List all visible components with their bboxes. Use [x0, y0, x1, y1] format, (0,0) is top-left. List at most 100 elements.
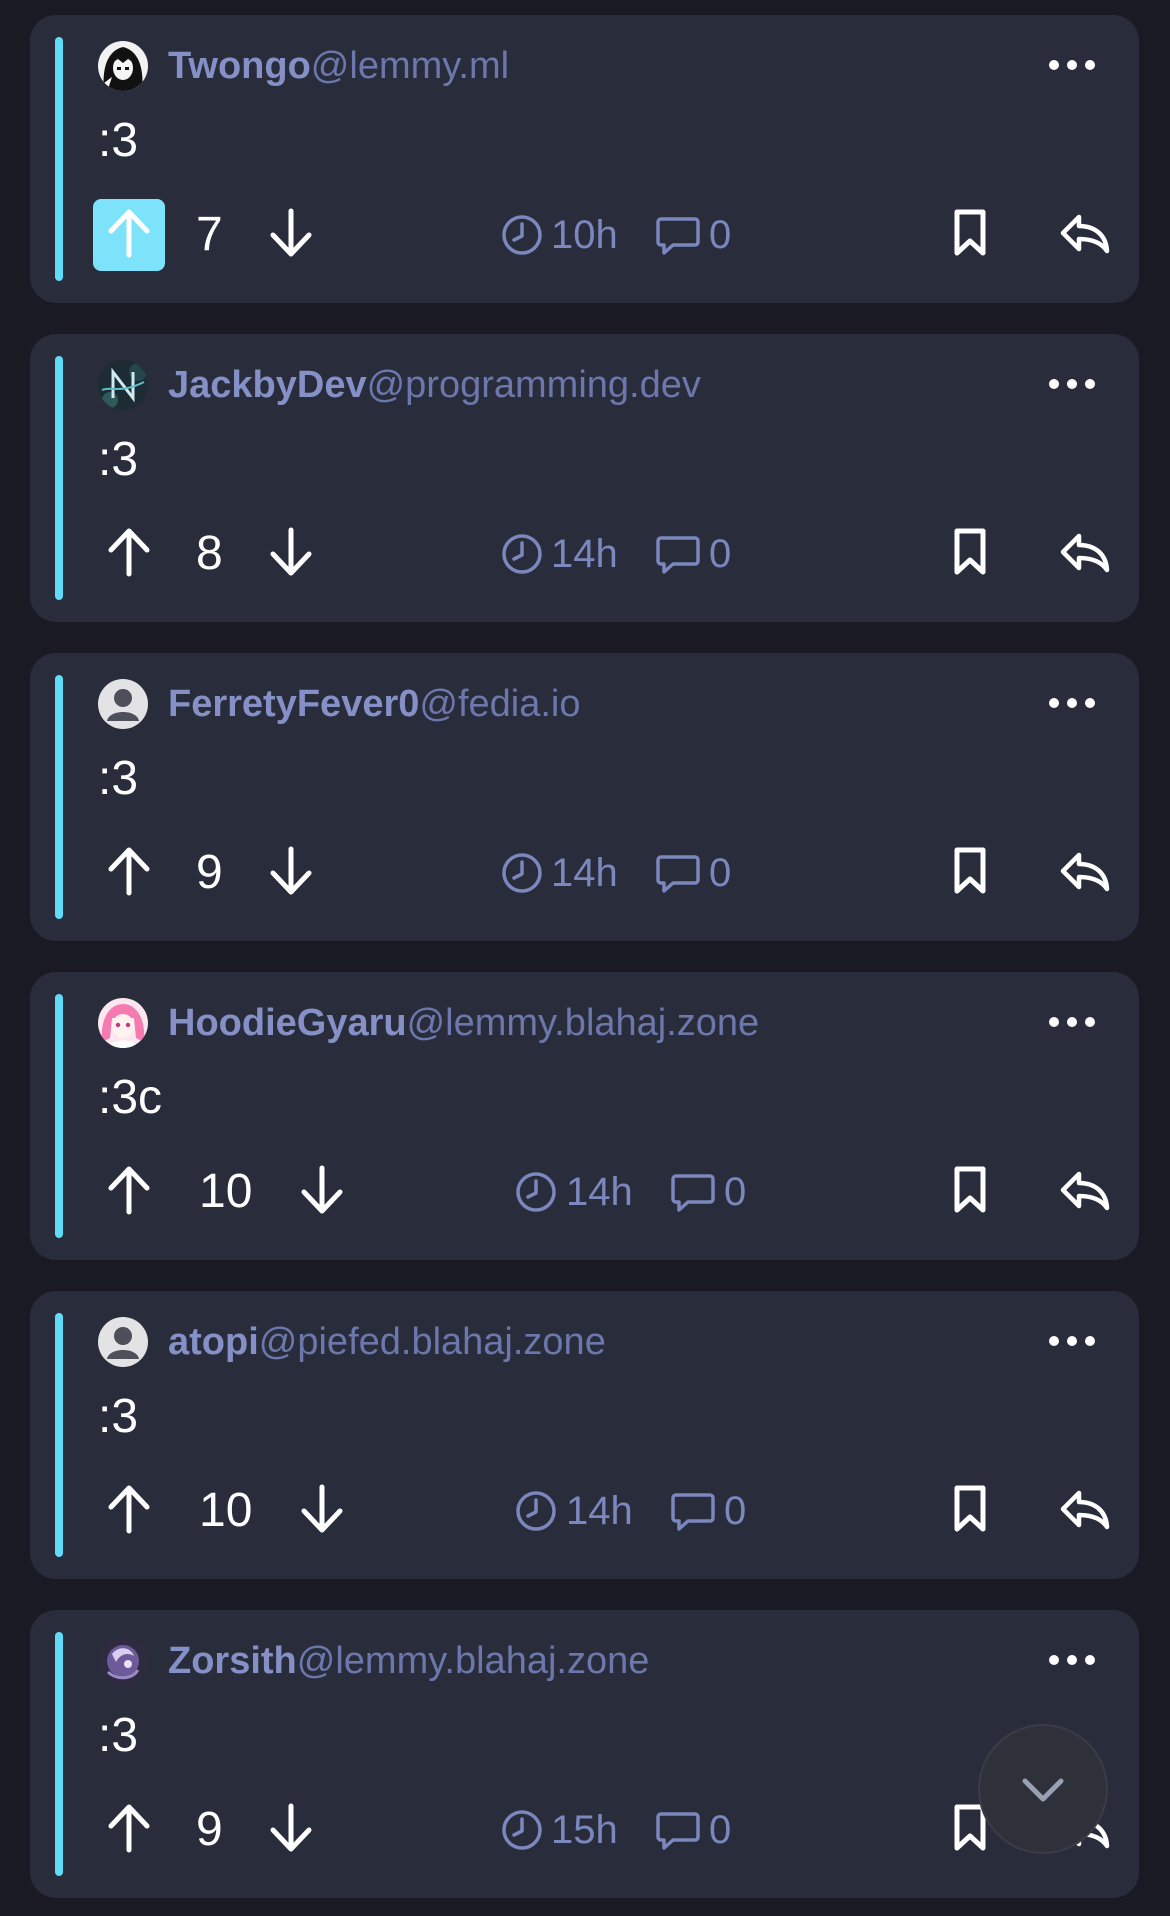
downvote-button[interactable] — [261, 1794, 321, 1866]
reply-count: 0 — [709, 532, 732, 576]
upvote-button[interactable] — [93, 1794, 165, 1866]
bookmark-icon — [952, 1165, 988, 1220]
comment-actions: 10 14h 0 — [30, 1475, 1139, 1547]
save-button[interactable] — [938, 518, 1002, 590]
upvote-button[interactable] — [93, 1475, 165, 1547]
more-options-button[interactable] — [1042, 45, 1102, 89]
arrow-down-icon — [267, 524, 315, 585]
comment-actions: 8 14h 0 — [30, 518, 1139, 590]
comment-card[interactable]: HoodieGyaru@lemmy.blahaj.zone :3c 10 14h… — [30, 972, 1139, 1260]
reply-count: 0 — [709, 213, 732, 257]
avatar[interactable] — [98, 679, 148, 729]
clock-icon — [500, 851, 544, 895]
comment-body: :3c — [98, 1071, 163, 1124]
scroll-down-button[interactable] — [978, 1724, 1108, 1854]
speech-bubble-icon — [670, 1170, 715, 1214]
author-instance: @programming.dev — [366, 364, 701, 406]
more-options-button[interactable] — [1042, 364, 1102, 408]
comment-actions: 9 14h 0 — [30, 837, 1139, 909]
clock-icon — [500, 213, 544, 257]
reply-arrow-icon — [1059, 849, 1111, 898]
downvote-button[interactable] — [261, 837, 321, 909]
upvote-button[interactable] — [93, 1156, 165, 1228]
reply-button[interactable] — [1048, 1156, 1122, 1228]
speech-bubble-icon — [655, 1808, 700, 1852]
arrow-down-icon — [298, 1481, 346, 1542]
score-count: 8 — [196, 527, 223, 580]
speech-bubble-icon — [655, 851, 700, 895]
author-instance: @lemmy.ml — [310, 45, 510, 87]
comment-age: 10h — [551, 213, 618, 257]
save-button[interactable] — [938, 1475, 1002, 1547]
more-options-button[interactable] — [1042, 1002, 1102, 1046]
author-line[interactable]: HoodieGyaru@lemmy.blahaj.zone — [168, 998, 759, 1048]
reply-arrow-icon — [1059, 1168, 1111, 1217]
save-button[interactable] — [938, 1156, 1002, 1228]
reply-arrow-icon — [1059, 211, 1111, 260]
avatar[interactable] — [98, 41, 148, 91]
author-line[interactable]: atopi@piefed.blahaj.zone — [168, 1317, 606, 1367]
score-count: 9 — [196, 846, 223, 899]
author-line[interactable]: Twongo@lemmy.ml — [168, 41, 509, 91]
more-options-button[interactable] — [1042, 1321, 1102, 1365]
comment-actions: 7 10h 0 — [30, 199, 1139, 271]
author-instance: @piefed.blahaj.zone — [258, 1321, 606, 1363]
avatar[interactable] — [98, 998, 148, 1048]
score-count: 9 — [196, 1803, 223, 1856]
more-options-button[interactable] — [1042, 1640, 1102, 1684]
more-horizontal-icon — [1047, 1653, 1097, 1672]
reply-button[interactable] — [1048, 199, 1122, 271]
bookmark-icon — [952, 527, 988, 582]
author-name[interactable]: HoodieGyaru — [168, 1002, 407, 1044]
author-name[interactable]: atopi — [168, 1321, 259, 1363]
reply-button[interactable] — [1048, 837, 1122, 909]
reply-button[interactable] — [1048, 1475, 1122, 1547]
author-name[interactable]: Zorsith — [168, 1640, 297, 1682]
avatar[interactable] — [98, 360, 148, 410]
more-horizontal-icon — [1047, 58, 1097, 77]
arrow-up-icon — [105, 524, 153, 585]
comment-age: 14h — [566, 1170, 633, 1214]
reply-count: 0 — [724, 1489, 747, 1533]
clock-icon — [514, 1170, 558, 1214]
author-name[interactable]: JackbyDev — [168, 364, 367, 406]
reply-count: 0 — [709, 851, 732, 895]
more-options-button[interactable] — [1042, 683, 1102, 727]
comment-card[interactable]: JackbyDev@programming.dev :3 8 14h 0 — [30, 334, 1139, 622]
clock-icon — [514, 1489, 558, 1533]
author-line[interactable]: JackbyDev@programming.dev — [168, 360, 701, 410]
author-line[interactable]: FerretyFever0@fedia.io — [168, 679, 581, 729]
more-horizontal-icon — [1047, 377, 1097, 396]
comment-actions: 10 14h 0 — [30, 1156, 1139, 1228]
comment-card[interactable]: Zorsith@lemmy.blahaj.zone :3 9 15h 0 — [30, 1610, 1139, 1898]
comment-body: :3 — [98, 433, 139, 486]
clock-icon — [500, 532, 544, 576]
speech-bubble-icon — [670, 1489, 715, 1533]
downvote-button[interactable] — [292, 1156, 352, 1228]
author-line[interactable]: Zorsith@lemmy.blahaj.zone — [168, 1636, 649, 1686]
comment-card[interactable]: FerretyFever0@fedia.io :3 9 14h 0 — [30, 653, 1139, 941]
downvote-button[interactable] — [261, 199, 321, 271]
author-name[interactable]: FerretyFever0 — [168, 683, 419, 725]
comment-actions: 9 15h 0 — [30, 1794, 1139, 1866]
author-name[interactable]: Twongo — [168, 45, 311, 87]
upvote-button[interactable] — [93, 518, 165, 590]
save-button[interactable] — [938, 837, 1002, 909]
more-horizontal-icon — [1047, 1015, 1097, 1034]
save-button[interactable] — [938, 199, 1002, 271]
bookmark-icon — [952, 846, 988, 901]
reply-count: 0 — [709, 1808, 732, 1852]
comment-age: 14h — [551, 851, 618, 895]
reply-button[interactable] — [1048, 518, 1122, 590]
speech-bubble-icon — [655, 532, 700, 576]
comment-body: :3 — [98, 114, 139, 167]
downvote-button[interactable] — [261, 518, 321, 590]
comment-card[interactable]: atopi@piefed.blahaj.zone :3 10 14h 0 — [30, 1291, 1139, 1579]
upvote-button[interactable] — [93, 199, 165, 271]
avatar[interactable] — [98, 1317, 148, 1367]
downvote-button[interactable] — [292, 1475, 352, 1547]
avatar[interactable] — [98, 1636, 148, 1686]
upvote-button[interactable] — [93, 837, 165, 909]
comment-age: 14h — [551, 532, 618, 576]
comment-card[interactable]: Twongo@lemmy.ml :3 7 10h 0 — [30, 15, 1139, 303]
